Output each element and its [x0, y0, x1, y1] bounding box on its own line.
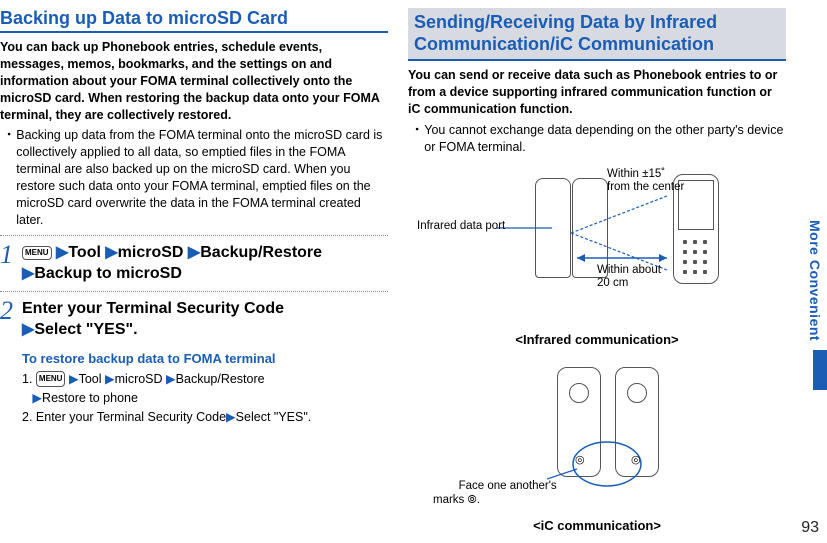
divider: [0, 291, 388, 292]
page-number: 93: [801, 519, 819, 537]
chevron-icon: ▶: [32, 391, 42, 405]
step-2: 2 Enter your Terminal Security Code ▶Sel…: [0, 298, 388, 341]
label-distance: Within about 20 cm: [597, 264, 661, 292]
menu-key-icon: MENU: [22, 246, 52, 261]
chevron-icon: ▶: [188, 244, 200, 261]
side-tab: More Convenient: [797, 0, 827, 543]
step-1: 1 MENU ▶Tool ▶microSD ▶Backup/Restore ▶B…: [0, 242, 388, 285]
label-angle: Within ±15˚ from the center: [607, 168, 684, 196]
divider: [0, 235, 388, 236]
heading-ir-ic: Sending/Receiving Data by Infrared Commu…: [408, 8, 786, 61]
chevron-icon: ▶: [105, 372, 115, 386]
chevron-icon: ▶: [56, 244, 68, 261]
chevron-icon: ▶: [22, 321, 34, 338]
intro-ir-ic: You can send or receive data such as Pho…: [408, 67, 786, 118]
felica-mark-icon: ◎: [575, 453, 585, 466]
label-face-marks: Face one another's marks ⦾.: [433, 467, 557, 522]
side-tab-label: More Convenient: [807, 220, 823, 341]
restore-step-1: 1. MENU ▶Tool ▶microSD ▶Backup/Restore ▶…: [22, 370, 388, 408]
bullet-backup: Backing up data from the FOMA terminal o…: [6, 127, 388, 228]
step2-line2: Select "YES".: [34, 321, 137, 338]
felica-mark-icon: ⦾: [468, 494, 477, 506]
restore-step-2: 2. Enter your Terminal Security Code▶Sel…: [22, 408, 388, 427]
intro-backup: You can back up Phonebook entries, sched…: [0, 39, 388, 123]
ic-diagram: ◎ ◎ Face one another's marks ⦾.: [417, 359, 777, 514]
path-backup-restore: Backup/Restore: [200, 244, 322, 261]
path-tool: Tool: [68, 244, 101, 261]
chevron-icon: ▶: [166, 372, 176, 386]
chevron-icon: ▶: [105, 244, 117, 261]
heading-backup: Backing up Data to microSD Card: [0, 8, 388, 33]
menu-key-icon: MENU: [36, 371, 66, 387]
ic-mark-circle-icon: [547, 439, 677, 499]
step-number-1: 1: [0, 242, 22, 268]
side-tab-marker: [813, 350, 827, 390]
chevron-icon: ▶: [69, 372, 79, 386]
bullet-ir-ic: You cannot exchange data depending on th…: [414, 122, 786, 156]
chevron-icon: ▶: [226, 410, 236, 424]
path-backup-to-microsd: Backup to microSD: [34, 265, 182, 282]
caption-infrared: <Infrared communication>: [408, 332, 786, 347]
path-microsd: microSD: [118, 244, 184, 261]
step-number-2: 2: [0, 298, 22, 324]
pointer-line-icon: [497, 218, 557, 238]
label-ir-port: Infrared data port: [417, 220, 505, 234]
felica-mark-icon: ◎: [631, 453, 641, 466]
step2-line1: Enter your Terminal Security Code: [22, 300, 284, 317]
chevron-icon: ▶: [22, 265, 34, 282]
subheading-restore: To restore backup data to FOMA terminal: [22, 351, 388, 366]
infrared-diagram: Infrared data port Within ±15˚ from the …: [417, 168, 777, 328]
